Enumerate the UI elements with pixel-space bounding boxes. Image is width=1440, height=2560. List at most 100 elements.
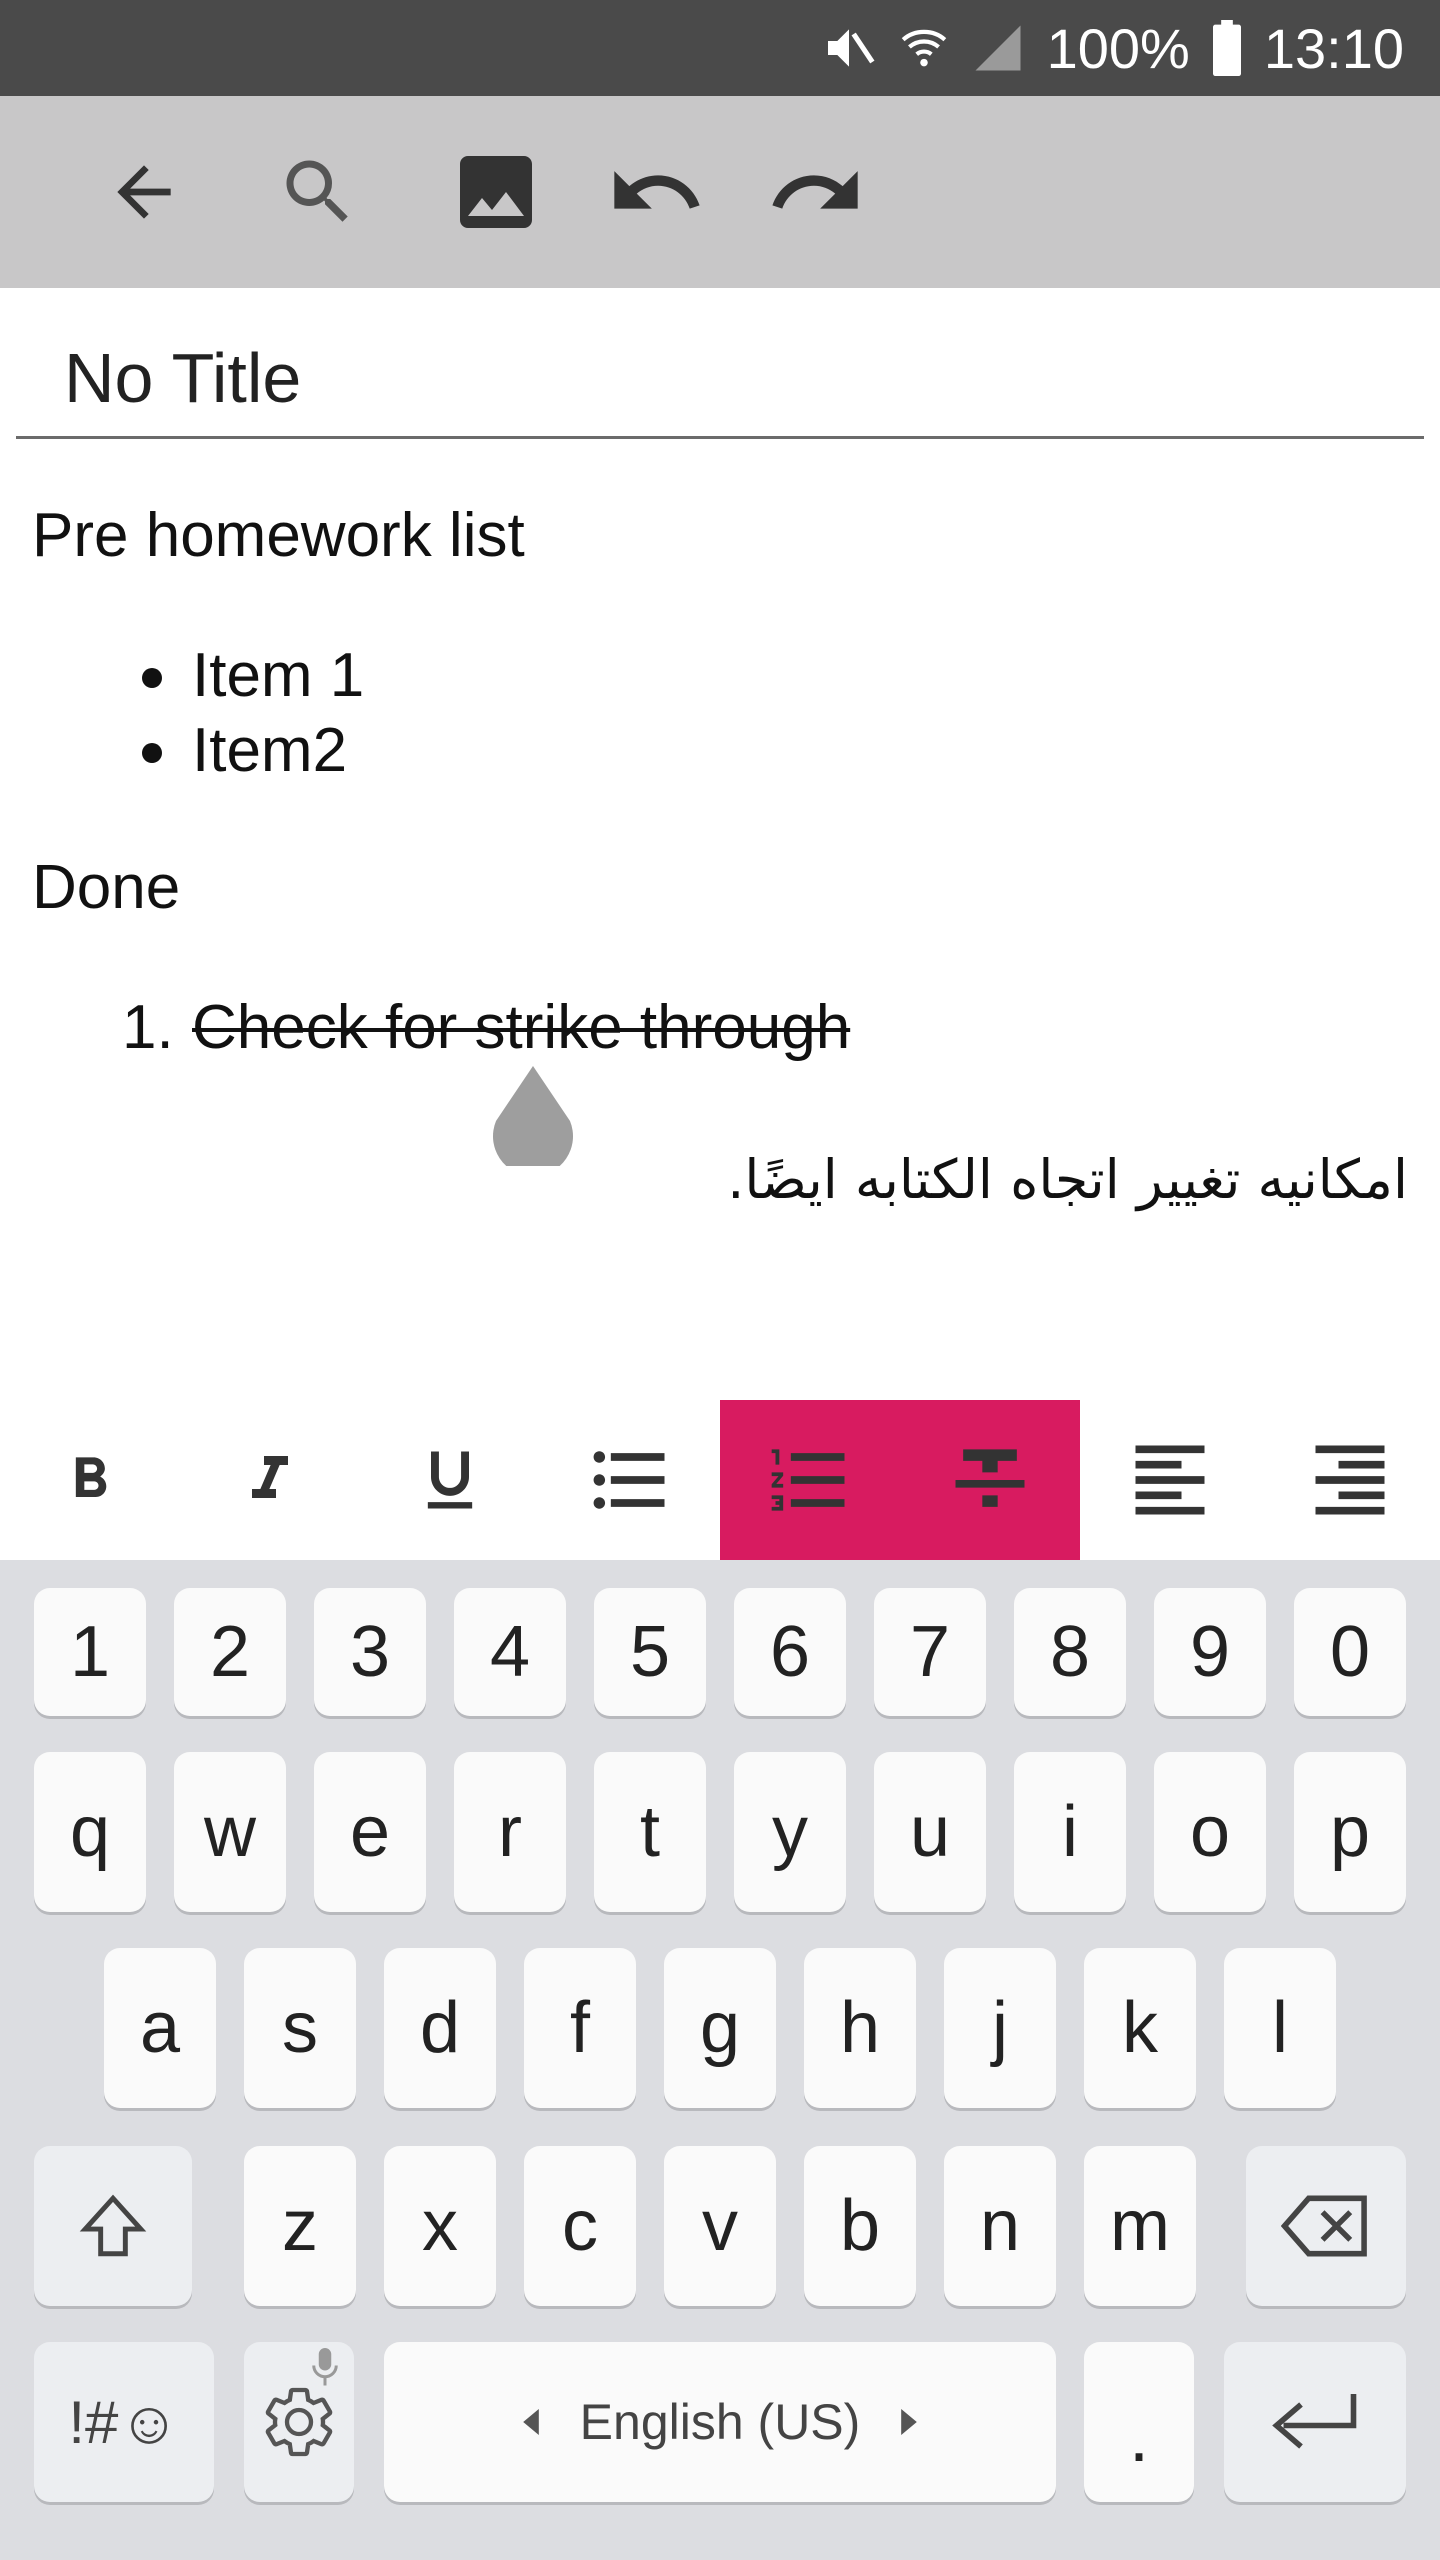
redo-icon[interactable] bbox=[760, 136, 872, 248]
key-label: 0 bbox=[1329, 1612, 1371, 1692]
key-9[interactable]: 9 bbox=[1154, 1588, 1266, 1716]
key-f[interactable]: f bbox=[524, 1948, 636, 2108]
bold-button[interactable] bbox=[0, 1400, 180, 1560]
rtl-paragraph: امكانيه تغيير اتجاه الكتابه ايضًا. bbox=[727, 1148, 1408, 1211]
gear-icon bbox=[265, 2387, 333, 2457]
key-3[interactable]: 3 bbox=[314, 1588, 426, 1716]
symbols-key[interactable]: !#☺ bbox=[34, 2342, 214, 2502]
key-n[interactable]: n bbox=[944, 2146, 1056, 2306]
key-k[interactable]: k bbox=[1084, 1948, 1196, 2108]
key-l[interactable]: l bbox=[1224, 1948, 1336, 2108]
key-8[interactable]: 8 bbox=[1014, 1588, 1126, 1716]
key-label: 9 bbox=[1189, 1612, 1231, 1692]
caret-right-icon bbox=[901, 2409, 918, 2435]
paragraph-heading-2: Done bbox=[32, 853, 181, 922]
enter-key[interactable] bbox=[1224, 2342, 1406, 2502]
key-label: c bbox=[562, 2186, 598, 2266]
key-label: o bbox=[1189, 1792, 1231, 1872]
numbered-item-text: Check for strike through bbox=[192, 993, 851, 1062]
strikethrough-button[interactable] bbox=[900, 1400, 1080, 1560]
key-7[interactable]: 7 bbox=[874, 1588, 986, 1716]
key-label: i bbox=[1062, 1792, 1078, 1872]
key-label: h bbox=[839, 1988, 881, 2068]
settings-key[interactable] bbox=[244, 2342, 354, 2502]
key-label: f bbox=[569, 1988, 590, 2068]
numbered-list-button[interactable] bbox=[720, 1400, 900, 1560]
battery-icon bbox=[1212, 20, 1242, 76]
format-toolbar bbox=[0, 1400, 1440, 1560]
key-label: 1 bbox=[69, 1612, 111, 1692]
space-key[interactable]: English (US) bbox=[384, 2342, 1056, 2502]
key-e[interactable]: e bbox=[314, 1752, 426, 1912]
key-s[interactable]: s bbox=[244, 1948, 356, 2108]
search-icon[interactable] bbox=[262, 136, 374, 248]
key-d[interactable]: d bbox=[384, 1948, 496, 2108]
align-right-button[interactable] bbox=[1260, 1400, 1440, 1560]
key-a[interactable]: a bbox=[104, 1948, 216, 2108]
key-label: q bbox=[69, 1792, 111, 1872]
mic-icon bbox=[312, 2348, 338, 2386]
soft-keyboard: 1234567890 qwertyuiop asdfghjkl zxcvbnm … bbox=[0, 1560, 1440, 2560]
key-2[interactable]: 2 bbox=[174, 1588, 286, 1716]
align-left-button[interactable] bbox=[1080, 1400, 1260, 1560]
key-4[interactable]: 4 bbox=[454, 1588, 566, 1716]
key-r[interactable]: r bbox=[454, 1752, 566, 1912]
key-v[interactable]: v bbox=[664, 2146, 776, 2306]
backspace-key[interactable] bbox=[1246, 2146, 1406, 2306]
undo-icon[interactable] bbox=[600, 136, 712, 248]
align-left-icon bbox=[1135, 1445, 1205, 1515]
underline-button[interactable] bbox=[360, 1400, 540, 1560]
key-c[interactable]: c bbox=[524, 2146, 636, 2306]
period-key[interactable]: . bbox=[1084, 2342, 1194, 2502]
key-label: 5 bbox=[629, 1612, 671, 1692]
title-field[interactable]: No Title bbox=[16, 320, 1424, 439]
key-6[interactable]: 6 bbox=[734, 1588, 846, 1716]
symbols-key-label: !#☺ bbox=[68, 2388, 180, 2456]
bullet-list-icon bbox=[593, 1451, 665, 1509]
key-p[interactable]: p bbox=[1294, 1752, 1406, 1912]
key-b[interactable]: b bbox=[804, 2146, 916, 2306]
mute-icon bbox=[821, 20, 877, 76]
back-arrow-icon[interactable] bbox=[88, 136, 200, 248]
key-label: j bbox=[992, 1988, 1008, 2068]
key-u[interactable]: u bbox=[874, 1752, 986, 1912]
editor-toolbar bbox=[0, 96, 1440, 288]
shift-key[interactable] bbox=[34, 2146, 192, 2306]
key-label: 3 bbox=[349, 1612, 391, 1692]
italic-icon bbox=[252, 1456, 288, 1498]
key-m[interactable]: m bbox=[1084, 2146, 1196, 2306]
text-cursor-handle[interactable] bbox=[492, 1066, 574, 1177]
note-title[interactable]: No Title bbox=[64, 338, 301, 418]
key-g[interactable]: g bbox=[664, 1948, 776, 2108]
underline-icon bbox=[427, 1451, 473, 1509]
bullet-list-button[interactable] bbox=[540, 1400, 720, 1560]
key-o[interactable]: o bbox=[1154, 1752, 1266, 1912]
bullet-dot bbox=[142, 743, 162, 763]
key-label: 7 bbox=[909, 1612, 951, 1692]
bold-icon bbox=[75, 1457, 107, 1497]
key-z[interactable]: z bbox=[244, 2146, 356, 2306]
key-label: r bbox=[498, 1792, 522, 1872]
numbered-list-icon bbox=[771, 1449, 845, 1511]
key-x[interactable]: x bbox=[384, 2146, 496, 2306]
key-q[interactable]: q bbox=[34, 1752, 146, 1912]
key-j[interactable]: j bbox=[944, 1948, 1056, 2108]
key-label: v bbox=[702, 2186, 738, 2266]
key-t[interactable]: t bbox=[594, 1752, 706, 1912]
key-label: y bbox=[772, 1792, 808, 1872]
key-h[interactable]: h bbox=[804, 1948, 916, 2108]
bullet-dot bbox=[142, 668, 162, 688]
key-y[interactable]: y bbox=[734, 1752, 846, 1912]
key-label: u bbox=[909, 1792, 951, 1872]
italic-button[interactable] bbox=[180, 1400, 360, 1560]
clock: 13:10 bbox=[1263, 16, 1404, 80]
key-5[interactable]: 5 bbox=[594, 1588, 706, 1716]
key-i[interactable]: i bbox=[1014, 1752, 1126, 1912]
key-1[interactable]: 1 bbox=[34, 1588, 146, 1716]
key-0[interactable]: 0 bbox=[1294, 1588, 1406, 1716]
key-w[interactable]: w bbox=[174, 1752, 286, 1912]
key-label: z bbox=[282, 2186, 318, 2266]
image-icon[interactable] bbox=[440, 136, 552, 248]
key-label: m bbox=[1110, 2186, 1170, 2266]
key-label: w bbox=[204, 1792, 256, 1872]
